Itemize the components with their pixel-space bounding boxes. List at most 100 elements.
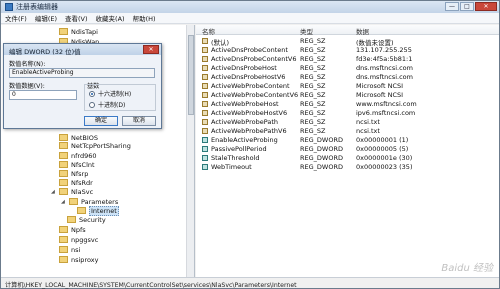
cell-name: ActiveDnsProbeContent bbox=[211, 46, 288, 54]
cell-name: ActiveWebProbeContentV6 bbox=[211, 91, 299, 99]
value-data-label: 数值数据(V): bbox=[9, 83, 45, 90]
minimize-button[interactable]: — bbox=[445, 2, 459, 11]
cell-data: 0x00000001 (1) bbox=[356, 136, 409, 144]
cell-type: REG_SZ bbox=[300, 127, 326, 135]
cell-type: REG_SZ bbox=[300, 109, 326, 117]
value-row[interactable]: ActiveWebProbeHost REG_SZ www.msftncsi.com bbox=[196, 100, 499, 109]
value-name-field: EnableActiveProbing bbox=[9, 68, 155, 78]
tree-item[interactable]: Security bbox=[67, 215, 106, 224]
tree-item-internet[interactable]: Internet bbox=[77, 205, 119, 216]
value-row[interactable]: PassivePollPeriod REG_DWORD 0x00000005 (5) bbox=[196, 145, 499, 154]
value-row[interactable]: ActiveWebProbePath REG_SZ ncsi.txt bbox=[196, 118, 499, 127]
tree-item[interactable]: nsiproxy bbox=[59, 255, 98, 264]
tree-item[interactable]: NfsClnt bbox=[59, 160, 95, 169]
tree-item[interactable]: Nfsrp bbox=[59, 169, 88, 178]
title-bar[interactable]: 注册表编辑器 — □ ✕ bbox=[1, 1, 499, 13]
value-row[interactable]: ActiveDnsProbeHost REG_SZ dns.msftncsi.com bbox=[196, 64, 499, 73]
tree-item[interactable]: NdisTapi bbox=[59, 27, 98, 36]
reg-dword-icon bbox=[202, 146, 208, 152]
value-row[interactable]: EnableActiveProbing REG_DWORD 0x00000001 (… bbox=[196, 136, 499, 145]
value-row[interactable]: (默认) REG_SZ (数值未设置) bbox=[196, 37, 499, 47]
cell-type: REG_DWORD bbox=[300, 145, 343, 153]
cell-type: REG_SZ bbox=[300, 64, 326, 72]
menu-help[interactable]: 帮助(H) bbox=[133, 13, 156, 23]
folder-icon bbox=[59, 188, 68, 195]
close-button[interactable]: ✕ bbox=[475, 2, 497, 11]
value-row[interactable]: ActiveWebProbePathV6 REG_SZ ncsi.txt bbox=[196, 127, 499, 136]
dialog-close-button[interactable]: ✕ bbox=[143, 45, 159, 54]
cell-name: ActiveDnsProbeHost bbox=[211, 64, 277, 72]
cell-type: REG_SZ bbox=[300, 46, 326, 54]
folder-icon bbox=[59, 134, 68, 141]
value-row[interactable]: StaleThreshold REG_DWORD 0x0000001e (30) bbox=[196, 154, 499, 163]
tree-scrollbar[interactable] bbox=[186, 25, 194, 277]
cell-name: ActiveWebProbeContent bbox=[211, 82, 290, 90]
status-path: 计算机\HKEY_LOCAL_MACHINE\SYSTEM\CurrentCon… bbox=[5, 282, 297, 289]
cell-name: ActiveWebProbePathV6 bbox=[211, 127, 287, 135]
dialog-title-bar[interactable]: 编辑 DWORD (32 位)值 ✕ bbox=[4, 44, 161, 56]
reg-sz-icon bbox=[202, 74, 208, 80]
value-row[interactable]: WebTimeout REG_DWORD 0x00000023 (35) bbox=[196, 163, 499, 172]
ok-button[interactable]: 确定 bbox=[84, 116, 118, 126]
cell-data: www.msftncsi.com bbox=[356, 100, 417, 108]
folder-icon bbox=[59, 179, 68, 186]
reg-dword-icon bbox=[202, 164, 208, 170]
cell-type: REG_SZ bbox=[300, 37, 326, 45]
reg-sz-icon bbox=[202, 83, 208, 89]
reg-sz-icon bbox=[202, 65, 208, 71]
folder-icon bbox=[59, 142, 68, 149]
maximize-button[interactable]: □ bbox=[460, 2, 474, 11]
radio-checked-icon bbox=[89, 90, 95, 97]
value-row[interactable]: ActiveWebProbeHostV6 REG_SZ ipv6.msftncsi.… bbox=[196, 109, 499, 118]
value-row[interactable]: ActiveDnsProbeContentV6 REG_SZ fd3e:4f5a:5… bbox=[196, 55, 499, 64]
cell-name: ActiveWebProbePath bbox=[211, 118, 278, 126]
dec-radio[interactable]: 十进制(D) bbox=[89, 100, 125, 109]
registry-editor-window: 注册表编辑器 — □ ✕ 文件(F) 编辑(E) 查看(V) 收藏夹(A) 帮助… bbox=[0, 0, 500, 289]
collapse-arrow-icon[interactable]: ◢ bbox=[61, 199, 67, 205]
scrollbar-thumb[interactable] bbox=[188, 35, 194, 115]
menu-view[interactable]: 查看(V) bbox=[65, 13, 88, 23]
folder-icon bbox=[59, 161, 68, 168]
menu-file[interactable]: 文件(F) bbox=[5, 13, 27, 23]
collapse-arrow-icon[interactable]: ◢ bbox=[51, 189, 57, 195]
value-row[interactable]: ActiveWebProbeContent REG_SZ Microsoft NCS… bbox=[196, 82, 499, 91]
cancel-button[interactable]: 取消 bbox=[122, 116, 156, 126]
tree-item[interactable]: NetTcpPortSharing bbox=[59, 141, 131, 150]
hex-radio[interactable]: 十六进制(H) bbox=[89, 89, 131, 98]
cell-name: EnableActiveProbing bbox=[211, 136, 278, 144]
cell-type: REG_SZ bbox=[300, 73, 326, 81]
cell-type: REG_DWORD bbox=[300, 154, 343, 162]
tree-item-nlasvc[interactable]: ◢ NlaSvc bbox=[51, 187, 93, 196]
reg-sz-icon bbox=[202, 128, 208, 134]
column-name[interactable]: 名称 bbox=[202, 26, 215, 36]
value-name-label: 数值名称(N): bbox=[9, 61, 46, 68]
tree-item[interactable]: nsi bbox=[59, 245, 80, 254]
value-row[interactable]: ActiveDnsProbeContent REG_SZ 131.107.255.2… bbox=[196, 46, 499, 55]
menu-edit[interactable]: 编辑(E) bbox=[35, 13, 57, 23]
column-data[interactable]: 数据 bbox=[356, 26, 369, 36]
tree-item[interactable]: npggsvc bbox=[59, 235, 98, 244]
cell-data: ncsi.txt bbox=[356, 127, 380, 135]
reg-sz-icon bbox=[202, 101, 208, 107]
folder-icon bbox=[59, 256, 68, 263]
tree-item[interactable]: nfrd960 bbox=[59, 151, 97, 160]
value-row[interactable]: ActiveDnsProbeHostV6 REG_SZ dns.msftncsi.c… bbox=[196, 73, 499, 82]
cell-name: PassivePollPeriod bbox=[211, 145, 267, 153]
status-bar: 计算机\HKEY_LOCAL_MACHINE\SYSTEM\CurrentCon… bbox=[1, 277, 499, 289]
base-group: 十六进制(H) 十进制(D) bbox=[84, 84, 156, 111]
value-data-input[interactable]: 0 bbox=[9, 90, 77, 100]
reg-sz-icon bbox=[202, 47, 208, 53]
cell-name: ActiveDnsProbeContentV6 bbox=[211, 55, 297, 63]
menu-favorites[interactable]: 收藏夹(A) bbox=[96, 13, 125, 23]
list-header: 名称 类型 数据 bbox=[196, 25, 499, 36]
tree-item[interactable]: Npfs bbox=[59, 225, 86, 234]
cell-data: Microsoft NCSI bbox=[356, 82, 404, 90]
cell-data: 131.107.255.255 bbox=[356, 46, 412, 54]
cell-type: REG_DWORD bbox=[300, 136, 343, 144]
folder-icon bbox=[59, 28, 68, 35]
tree-item[interactable]: NfsRdr bbox=[59, 178, 93, 187]
regedit-icon bbox=[5, 3, 13, 11]
value-row[interactable]: ActiveWebProbeContentV6 REG_SZ Microsoft N… bbox=[196, 91, 499, 100]
column-type[interactable]: 类型 bbox=[300, 26, 313, 36]
folder-icon bbox=[59, 236, 68, 243]
